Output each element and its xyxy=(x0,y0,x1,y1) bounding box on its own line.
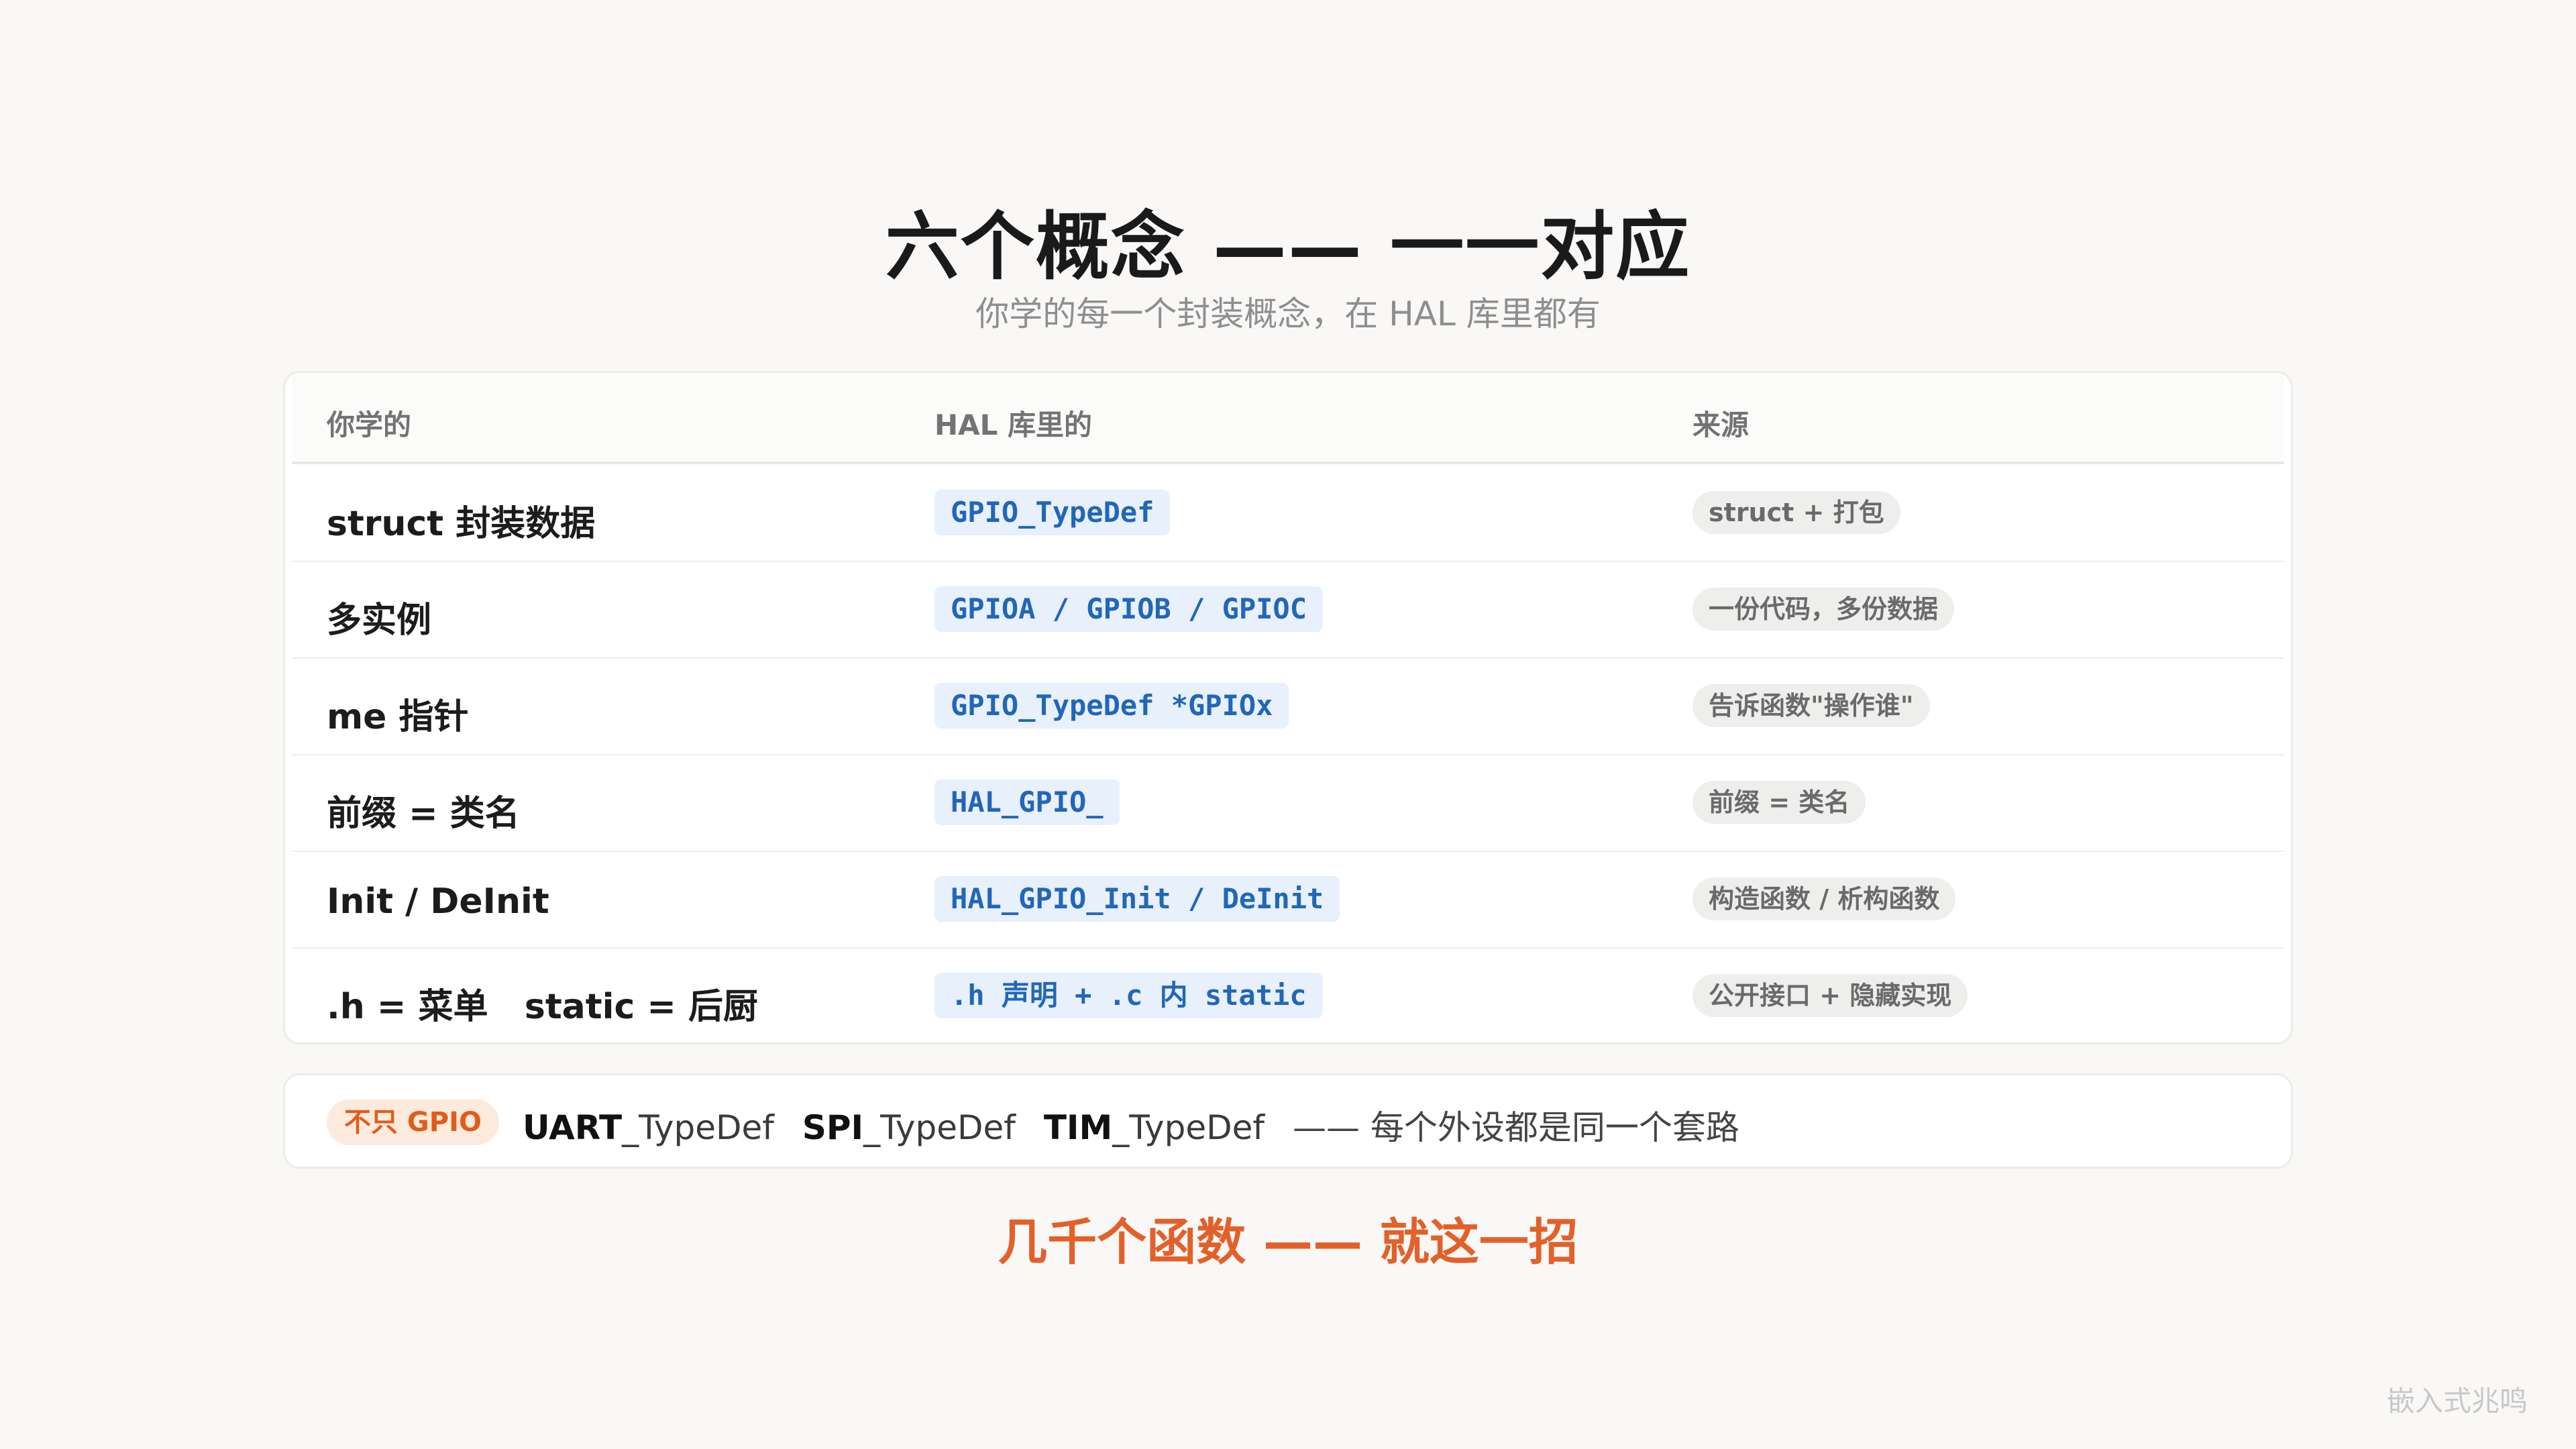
concept-cell: .h = 菜单 static = 后厨 xyxy=(327,987,759,1027)
hal-code-cell: HAL_GPIO_Init / DeInit xyxy=(934,876,1340,922)
typedef-suffix: _TypeDef xyxy=(863,1108,1016,1147)
page-title: 六个概念 —— 一一对应 xyxy=(885,204,1691,290)
concept-cell: 前缀 = 类名 xyxy=(327,794,520,834)
typedef-list: UART_TypeDef SPI_TypeDef TIM_TypeDef —— 每个外… xyxy=(523,1101,1739,1149)
column-header-learned: 你学的 xyxy=(327,409,412,441)
hal-code-cell: .h 声明 + .c 内 static xyxy=(934,973,1323,1018)
table-row: struct 封装数据 GPIO_TypeDef struct + 打包 xyxy=(292,464,2284,562)
table-row: 前缀 = 类名 HAL_GPIO_ 前缀 = 类名 xyxy=(292,754,2284,852)
column-header-source: 来源 xyxy=(1693,409,1750,441)
not-only-gpio-badge: 不只 GPIO xyxy=(327,1099,499,1145)
typedef-prefix: TIM xyxy=(1043,1108,1113,1147)
table-row: Init / DeInit HAL_GPIO_Init / DeInit 构造函… xyxy=(292,851,2284,949)
table-header: 你学的 HAL 库里的 来源 xyxy=(292,373,2284,464)
typedef-prefix: SPI xyxy=(802,1108,864,1147)
hal-code-cell: GPIOA / GPIOB / GPIOC xyxy=(934,586,1324,632)
note-tail: —— 每个外设都是同一个套路 xyxy=(1293,1108,1739,1147)
typedef-suffix: _TypeDef xyxy=(622,1108,774,1147)
concept-cell: struct 封装数据 xyxy=(327,504,596,544)
mapping-table: 你学的 HAL 库里的 来源 struct 封装数据 GPIO_TypeDef … xyxy=(283,371,2293,1044)
column-header-hal: HAL 库里的 xyxy=(934,409,1093,441)
watermark: 嵌入式兆鸣 xyxy=(2386,1385,2528,1417)
typedef-suffix: _TypeDef xyxy=(1112,1108,1265,1147)
table-row: me 指针 GPIO_TypeDef *GPIOx 告诉函数"操作谁" xyxy=(292,657,2284,755)
source-tag: 构造函数 / 析构函数 xyxy=(1693,877,1956,920)
source-tag: struct + 打包 xyxy=(1693,491,1900,534)
hal-code-cell: GPIO_TypeDef xyxy=(934,490,1171,535)
source-tag: 一份代码，多份数据 xyxy=(1693,588,1955,631)
source-tag: 公开接口 + 隐藏实现 xyxy=(1693,974,1968,1017)
peripheral-note: 不只 GPIO UART_TypeDef SPI_TypeDef TIM_TypeD… xyxy=(283,1073,2293,1169)
source-tag: 前缀 = 类名 xyxy=(1693,781,1866,824)
table-row: .h = 菜单 static = 后厨 .h 声明 + .c 内 static … xyxy=(292,947,2284,1042)
slide: 六个概念 —— 一一对应 你学的每一个封装概念，在 HAL 库里都有 你学的 H… xyxy=(0,0,2576,1449)
hal-code-cell: HAL_GPIO_ xyxy=(934,780,1120,825)
table-row: 多实例 GPIOA / GPIOB / GPIOC 一份代码，多份数据 xyxy=(292,561,2284,659)
concept-cell: Init / DeInit xyxy=(327,881,549,922)
typedef-prefix: UART xyxy=(523,1108,623,1147)
tagline: 几千个函数 —— 就这一招 xyxy=(998,1214,1578,1271)
source-tag: 告诉函数"操作谁" xyxy=(1693,684,1930,727)
page-subtitle: 你学的每一个封装概念，在 HAL 库里都有 xyxy=(975,294,1601,333)
hal-code-cell: GPIO_TypeDef *GPIOx xyxy=(934,683,1289,729)
concept-cell: me 指针 xyxy=(327,697,469,737)
concept-cell: 多实例 xyxy=(327,600,432,641)
